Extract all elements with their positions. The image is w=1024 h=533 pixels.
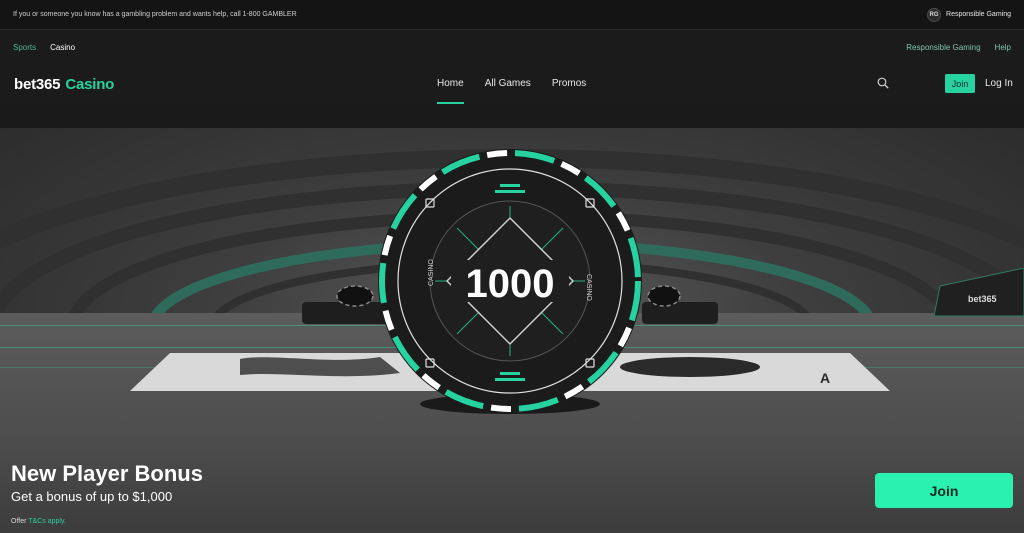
brand-section: Casino (65, 75, 115, 93)
bonus-subtitle: Get a bonus of up to $1,000 (11, 489, 173, 504)
terms-link[interactable]: T&Cs apply. (28, 518, 66, 525)
offer-terms: Offer T&Cs apply. (11, 518, 66, 525)
main-nav-links: Home All Games Promos (437, 64, 586, 104)
responsible-gaming-banner: If you or someone you know has a gamblin… (0, 0, 1024, 30)
chip-label-left: CASINO (428, 259, 435, 286)
responsible-gaming-link[interactable]: RG Responsible Gaming (927, 7, 1011, 22)
hero-banner[interactable]: bet365 A 1000 CASINO CASINO New Player B… (0, 128, 1024, 533)
login-button[interactable]: Log In (985, 78, 1013, 89)
sports-link[interactable]: Sports (13, 43, 36, 52)
chip-label-right: CASINO (585, 274, 592, 301)
join-button-hero[interactable]: Join (875, 473, 1013, 508)
brand-logo[interactable]: bet365 Casino (14, 76, 114, 93)
brand-name: bet365 (14, 75, 61, 93)
responsible-gaming-label: Responsible Gaming (946, 11, 1011, 18)
rg-icon: RG (927, 7, 942, 22)
search-icon[interactable] (877, 77, 889, 89)
responsible-gaming-link-secondary[interactable]: Responsible Gaming (906, 43, 980, 52)
nav-all-games[interactable]: All Games (485, 64, 531, 104)
main-header: bet365 Casino Home All Games Promos Join… (0, 64, 1024, 104)
gambling-help-message: If you or someone you know has a gamblin… (13, 11, 297, 18)
bonus-title: New Player Bonus (11, 461, 203, 486)
casino-link[interactable]: Casino (50, 43, 75, 52)
svg-text:A: A (820, 370, 830, 386)
chip-stack-right (642, 285, 718, 324)
svg-text:bet365: bet365 (968, 294, 997, 304)
nav-home[interactable]: Home (437, 64, 464, 104)
chip-value: 1000 (466, 262, 555, 306)
card-shoe: bet365 (933, 268, 1024, 317)
product-switcher: Sports Casino Responsible Gaming Help (0, 30, 1024, 64)
poker-chip-1000: 1000 CASINO CASINO (378, 149, 642, 414)
join-button-header[interactable]: Join (945, 74, 975, 93)
nav-promos[interactable]: Promos (552, 64, 586, 104)
help-link[interactable]: Help (995, 43, 1011, 52)
offer-prefix: Offer (11, 518, 27, 525)
